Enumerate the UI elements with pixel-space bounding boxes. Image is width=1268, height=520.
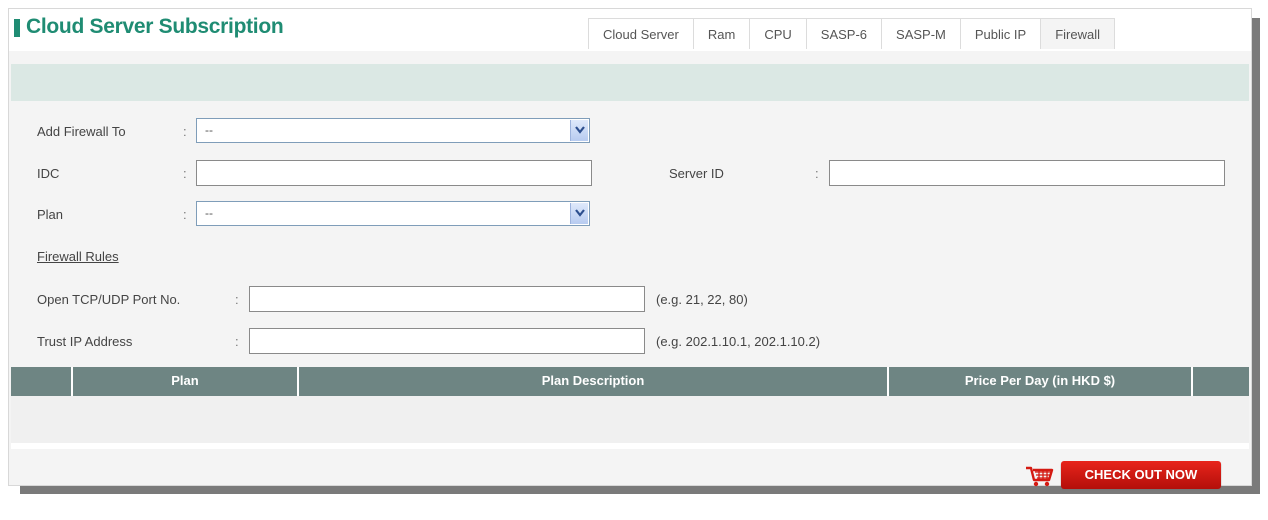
header-select-col bbox=[11, 367, 71, 396]
firewall-rules-link[interactable]: Firewall Rules bbox=[37, 249, 119, 264]
check-out-button[interactable]: CHECK OUT NOW bbox=[1061, 461, 1221, 489]
tab-bar: Cloud Server Ram CPU SASP-6 SASP-M Publi… bbox=[588, 18, 1115, 50]
info-band bbox=[11, 64, 1249, 101]
add-firewall-to-select[interactable]: -- bbox=[196, 118, 590, 143]
header-price-per-day: Price Per Day (in HKD $) bbox=[887, 367, 1191, 396]
tab-cloud-server[interactable]: Cloud Server bbox=[588, 18, 694, 49]
colon: : bbox=[183, 207, 187, 222]
select-value: -- bbox=[205, 123, 213, 137]
colon: : bbox=[235, 292, 239, 307]
plan-label: Plan bbox=[37, 207, 64, 222]
server-id-label: Server ID bbox=[669, 166, 724, 181]
colon: : bbox=[815, 166, 819, 181]
page-title: Cloud Server Subscription bbox=[26, 15, 284, 38]
tab-firewall[interactable]: Firewall bbox=[1040, 18, 1115, 49]
select-value: -- bbox=[205, 206, 213, 220]
tab-public-ip[interactable]: Public IP bbox=[959, 18, 1042, 49]
title-marker bbox=[14, 19, 20, 37]
colon: : bbox=[183, 124, 187, 139]
plan-table-header: Plan Plan Description Price Per Day (in … bbox=[11, 367, 1249, 396]
plan-table-body bbox=[11, 396, 1249, 443]
open-port-label: Open TCP/UDP Port No. bbox=[37, 292, 181, 307]
subscription-panel: Cloud Server Subscription Cloud Server R… bbox=[8, 8, 1252, 489]
header-plan-description: Plan Description bbox=[297, 367, 887, 396]
tab-cpu[interactable]: CPU bbox=[749, 18, 807, 49]
tab-sasp-6[interactable]: SASP-6 bbox=[805, 18, 883, 49]
shopping-cart-icon[interactable] bbox=[1025, 465, 1055, 490]
title-bar: Cloud Server Subscription Cloud Server R… bbox=[9, 9, 1251, 51]
chevron-down-icon[interactable] bbox=[570, 120, 588, 141]
open-port-hint: (e.g. 21, 22, 80) bbox=[656, 292, 748, 307]
colon: : bbox=[183, 166, 187, 181]
colon: : bbox=[235, 334, 239, 349]
server-id-field[interactable] bbox=[829, 160, 1225, 186]
idc-field[interactable] bbox=[196, 160, 592, 186]
tab-sasp-m[interactable]: SASP-M bbox=[881, 18, 961, 49]
trust-ip-field[interactable] bbox=[249, 328, 645, 354]
add-firewall-to-label: Add Firewall To bbox=[37, 124, 126, 139]
trust-ip-label: Trust IP Address bbox=[37, 334, 133, 349]
divider bbox=[11, 443, 1249, 449]
header-plan: Plan bbox=[71, 367, 297, 396]
plan-select[interactable]: -- bbox=[196, 201, 590, 226]
tab-ram[interactable]: Ram bbox=[692, 18, 751, 49]
open-port-field[interactable] bbox=[249, 286, 645, 312]
idc-label: IDC bbox=[37, 166, 60, 181]
trust-ip-hint: (e.g. 202.1.10.1, 202.1.10.2) bbox=[656, 334, 821, 349]
chevron-down-icon[interactable] bbox=[570, 203, 588, 224]
header-action-col bbox=[1191, 367, 1249, 396]
